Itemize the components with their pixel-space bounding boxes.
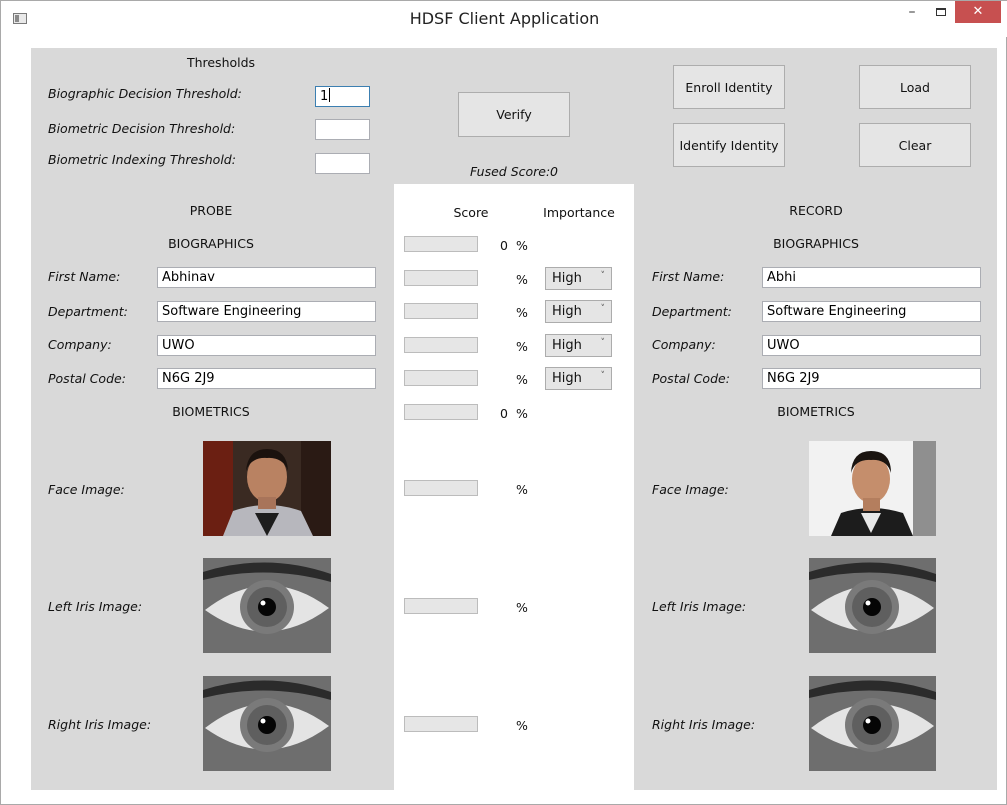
probe-heading: PROBE bbox=[189, 203, 233, 218]
thresholds-heading: Thresholds bbox=[186, 55, 256, 70]
probe-left-iris-image[interactable] bbox=[203, 558, 331, 653]
verify-button[interactable]: Verify bbox=[458, 92, 570, 137]
percent-sign: % bbox=[516, 305, 528, 320]
score-heading: Score bbox=[453, 205, 489, 220]
app-window: HDSF Client Application – ✕ Thresholds B… bbox=[0, 0, 1007, 805]
title-bar: HDSF Client Application – ✕ bbox=[1, 1, 1007, 37]
enroll-identity-button[interactable]: Enroll Identity bbox=[673, 65, 785, 109]
chevron-down-icon: ˅ bbox=[600, 304, 606, 314]
face-photo-icon bbox=[203, 441, 331, 536]
record-company-input[interactable]: UWO bbox=[762, 335, 981, 356]
biometric-decision-threshold-label: Biometric Decision Threshold: bbox=[48, 121, 236, 136]
record-biometrics-heading: BIOMETRICS bbox=[777, 404, 855, 419]
percent-sign: % bbox=[516, 339, 528, 354]
left-iris-score-bar bbox=[404, 598, 478, 614]
record-right-iris-label: Right Iris Image: bbox=[652, 717, 756, 732]
biometric-decision-threshold-input[interactable] bbox=[315, 119, 370, 140]
record-face-image[interactable] bbox=[809, 441, 936, 536]
postal-score-bar bbox=[404, 370, 478, 386]
importance-value: High bbox=[552, 304, 582, 319]
importance-value: High bbox=[552, 338, 582, 353]
record-face-label: Face Image: bbox=[652, 482, 729, 497]
first-name-importance-select[interactable]: High ˅ bbox=[545, 267, 612, 290]
eye-icon bbox=[203, 676, 331, 771]
percent-sign: % bbox=[516, 238, 528, 253]
probe-first-name-label: First Name: bbox=[48, 269, 121, 284]
record-heading: RECORD bbox=[789, 203, 843, 218]
first-name-score-bar bbox=[404, 270, 478, 286]
biographic-score-value: 0 bbox=[500, 238, 508, 253]
record-postal-label: Postal Code: bbox=[652, 371, 730, 386]
clear-button[interactable]: Clear bbox=[859, 123, 971, 167]
percent-sign: % bbox=[516, 482, 528, 497]
probe-first-name-input[interactable]: Abhinav bbox=[157, 267, 376, 288]
probe-department-label: Department: bbox=[48, 304, 128, 319]
biographic-score-bar bbox=[404, 236, 478, 252]
record-right-iris-image[interactable] bbox=[809, 676, 936, 771]
chevron-down-icon: ˅ bbox=[600, 271, 606, 281]
percent-sign: % bbox=[516, 406, 528, 421]
importance-value: High bbox=[552, 271, 582, 286]
biographic-threshold-label: Biographic Decision Threshold: bbox=[48, 86, 242, 101]
importance-value: High bbox=[552, 371, 582, 386]
record-left-iris-image[interactable] bbox=[809, 558, 936, 653]
biographic-threshold-value: 1 bbox=[320, 89, 329, 104]
biometric-indexing-threshold-label: Biometric Indexing Threshold: bbox=[48, 152, 236, 167]
window-title: HDSF Client Application bbox=[409, 9, 600, 28]
probe-postal-label: Postal Code: bbox=[48, 371, 126, 386]
postal-importance-select[interactable]: High ˅ bbox=[545, 367, 612, 390]
identify-identity-button[interactable]: Identify Identity bbox=[673, 123, 785, 167]
percent-sign: % bbox=[516, 272, 528, 287]
biometric-score-value: 0 bbox=[500, 406, 508, 421]
eye-icon bbox=[809, 676, 936, 771]
probe-face-label: Face Image: bbox=[48, 482, 125, 497]
probe-right-iris-label: Right Iris Image: bbox=[48, 717, 152, 732]
company-score-bar bbox=[404, 337, 478, 353]
record-department-input[interactable]: Software Engineering bbox=[762, 301, 981, 322]
biometric-indexing-threshold-input[interactable] bbox=[315, 153, 370, 174]
probe-face-image[interactable] bbox=[203, 441, 331, 536]
record-biographics-heading: BIOGRAPHICS bbox=[773, 236, 859, 251]
right-iris-score-bar bbox=[404, 716, 478, 732]
percent-sign: % bbox=[516, 372, 528, 387]
minimize-button[interactable]: – bbox=[897, 1, 927, 23]
department-score-bar bbox=[404, 303, 478, 319]
chevron-down-icon: ˅ bbox=[600, 338, 606, 348]
record-department-label: Department: bbox=[652, 304, 732, 319]
face-photo-icon bbox=[809, 441, 936, 536]
probe-left-iris-label: Left Iris Image: bbox=[48, 599, 143, 614]
importance-heading: Importance bbox=[543, 205, 615, 220]
biographic-threshold-input[interactable]: 1 bbox=[315, 86, 370, 107]
department-importance-select[interactable]: High ˅ bbox=[545, 300, 612, 323]
probe-company-input[interactable]: UWO bbox=[157, 335, 376, 356]
probe-postal-input[interactable]: N6G 2J9 bbox=[157, 368, 376, 389]
record-first-name-input[interactable]: Abhi bbox=[762, 267, 981, 288]
probe-biographics-heading: BIOGRAPHICS bbox=[168, 236, 254, 251]
maximize-icon bbox=[936, 8, 946, 16]
close-button[interactable]: ✕ bbox=[955, 1, 1001, 23]
eye-icon bbox=[203, 558, 331, 653]
probe-department-input[interactable]: Software Engineering bbox=[157, 301, 376, 322]
probe-right-iris-image[interactable] bbox=[203, 676, 331, 771]
record-postal-input[interactable]: N6G 2J9 bbox=[762, 368, 981, 389]
fused-score-label: Fused Score: bbox=[470, 164, 551, 179]
record-company-label: Company: bbox=[652, 337, 716, 352]
record-first-name-label: First Name: bbox=[652, 269, 725, 284]
percent-sign: % bbox=[516, 718, 528, 733]
chevron-down-icon: ˅ bbox=[600, 371, 606, 381]
record-left-iris-label: Left Iris Image: bbox=[652, 599, 747, 614]
face-score-bar bbox=[404, 480, 478, 496]
biometric-score-bar bbox=[404, 404, 478, 420]
company-importance-select[interactable]: High ˅ bbox=[545, 334, 612, 357]
probe-biometrics-heading: BIOMETRICS bbox=[172, 404, 250, 419]
percent-sign: % bbox=[516, 600, 528, 615]
fused-score-value: 0 bbox=[550, 164, 558, 179]
eye-icon bbox=[809, 558, 936, 653]
probe-company-label: Company: bbox=[48, 337, 112, 352]
maximize-button[interactable] bbox=[927, 1, 955, 23]
load-button[interactable]: Load bbox=[859, 65, 971, 109]
